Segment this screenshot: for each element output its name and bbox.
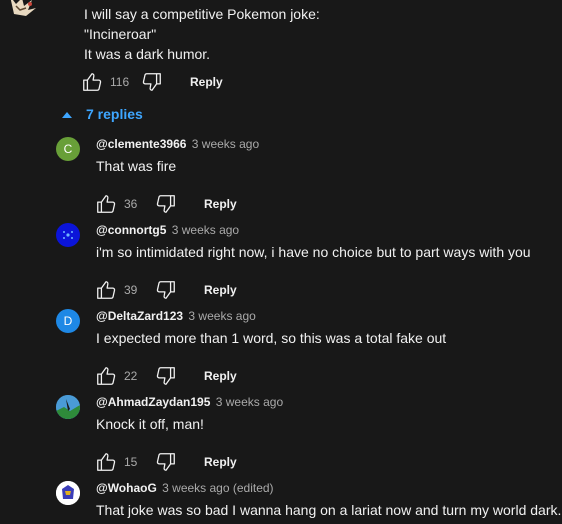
- avatar[interactable]: C: [56, 137, 80, 161]
- avatar-letter: C: [63, 142, 73, 156]
- avatar-letter: D: [63, 314, 73, 328]
- like-count: 116: [110, 75, 130, 89]
- reply-meta: @DeltaZard123 3 weeks ago: [96, 308, 256, 324]
- timestamp[interactable]: 3 weeks ago: [216, 395, 283, 409]
- avatar-pattern: [56, 481, 80, 505]
- thumbs-up-icon[interactable]: [94, 364, 118, 388]
- like-count: 15: [124, 455, 138, 469]
- thumbs-down-icon[interactable]: [154, 192, 178, 216]
- reply-meta: @connortg5 3 weeks ago: [96, 222, 239, 238]
- avatar[interactable]: [56, 395, 80, 419]
- reply-text: Knock it off, man!: [96, 416, 204, 432]
- avatar[interactable]: D: [56, 309, 80, 333]
- reply-text: That was fire: [96, 158, 177, 174]
- reply-button[interactable]: Reply: [190, 75, 223, 89]
- author-handle[interactable]: @DeltaZard123: [96, 309, 183, 323]
- like-count: 36: [124, 197, 138, 211]
- reply-button[interactable]: Reply: [204, 283, 237, 297]
- reply-text: I expected more than 1 word, so this was…: [96, 330, 447, 346]
- timestamp[interactable]: 3 weeks ago: [188, 309, 255, 323]
- thumbs-up-icon[interactable]: [94, 192, 118, 216]
- reply-meta: @AhmadZaydan195 3 weeks ago: [96, 394, 283, 410]
- thumbs-up-icon[interactable]: [94, 278, 118, 302]
- thumbs-down-icon[interactable]: [154, 450, 178, 474]
- thumbs-up-icon[interactable]: [80, 70, 104, 94]
- author-handle[interactable]: @clemente3966: [96, 137, 186, 151]
- replies-count-label: 7 replies: [86, 106, 143, 122]
- reply-actions: 15 Reply: [94, 450, 237, 474]
- reply-text: That joke was so bad I wanna hang on a l…: [96, 502, 562, 518]
- author-handle[interactable]: @AhmadZaydan195: [96, 395, 210, 409]
- timestamp[interactable]: 3 weeks ago: [172, 223, 239, 237]
- avatar-pattern: [56, 395, 80, 419]
- author-handle[interactable]: @WohaoG: [96, 481, 157, 495]
- replies-toggle-button[interactable]: 7 replies: [62, 106, 143, 122]
- comment-actions: 116 Reply: [80, 70, 223, 94]
- thumbs-down-icon[interactable]: [154, 278, 178, 302]
- reply-meta: @clemente3966 3 weeks ago: [96, 136, 259, 152]
- reply-actions: 39 Reply: [94, 278, 237, 302]
- timestamp[interactable]: 3 weeks ago: [192, 137, 259, 151]
- like-count: 22: [124, 369, 138, 383]
- avatar[interactable]: [56, 481, 80, 505]
- avatar[interactable]: [56, 223, 80, 247]
- comments-thread: I will say a competitive Pokemon joke: "…: [0, 0, 562, 524]
- avatar[interactable]: [6, 0, 40, 20]
- caret-up-icon: [62, 111, 72, 118]
- like-count: 39: [124, 283, 138, 297]
- reply-meta: @WohaoG 3 weeks ago (edited): [96, 480, 274, 496]
- thumbs-down-icon[interactable]: [154, 364, 178, 388]
- thumbs-up-icon[interactable]: [94, 450, 118, 474]
- timestamp[interactable]: 3 weeks ago (edited): [162, 481, 273, 495]
- comment-text: I will say a competitive Pokemon joke: "…: [84, 6, 320, 62]
- reply-button[interactable]: Reply: [204, 455, 237, 469]
- avatar-pattern: [63, 231, 73, 239]
- reply-button[interactable]: Reply: [204, 197, 237, 211]
- reply-actions: 22 Reply: [94, 364, 237, 388]
- reply-text: i'm so intimidated right now, i have no …: [96, 244, 531, 260]
- author-handle[interactable]: @connortg5: [96, 223, 166, 237]
- reply-actions: 36 Reply: [94, 192, 237, 216]
- thumbs-down-icon[interactable]: [140, 70, 164, 94]
- reply-button[interactable]: Reply: [204, 369, 237, 383]
